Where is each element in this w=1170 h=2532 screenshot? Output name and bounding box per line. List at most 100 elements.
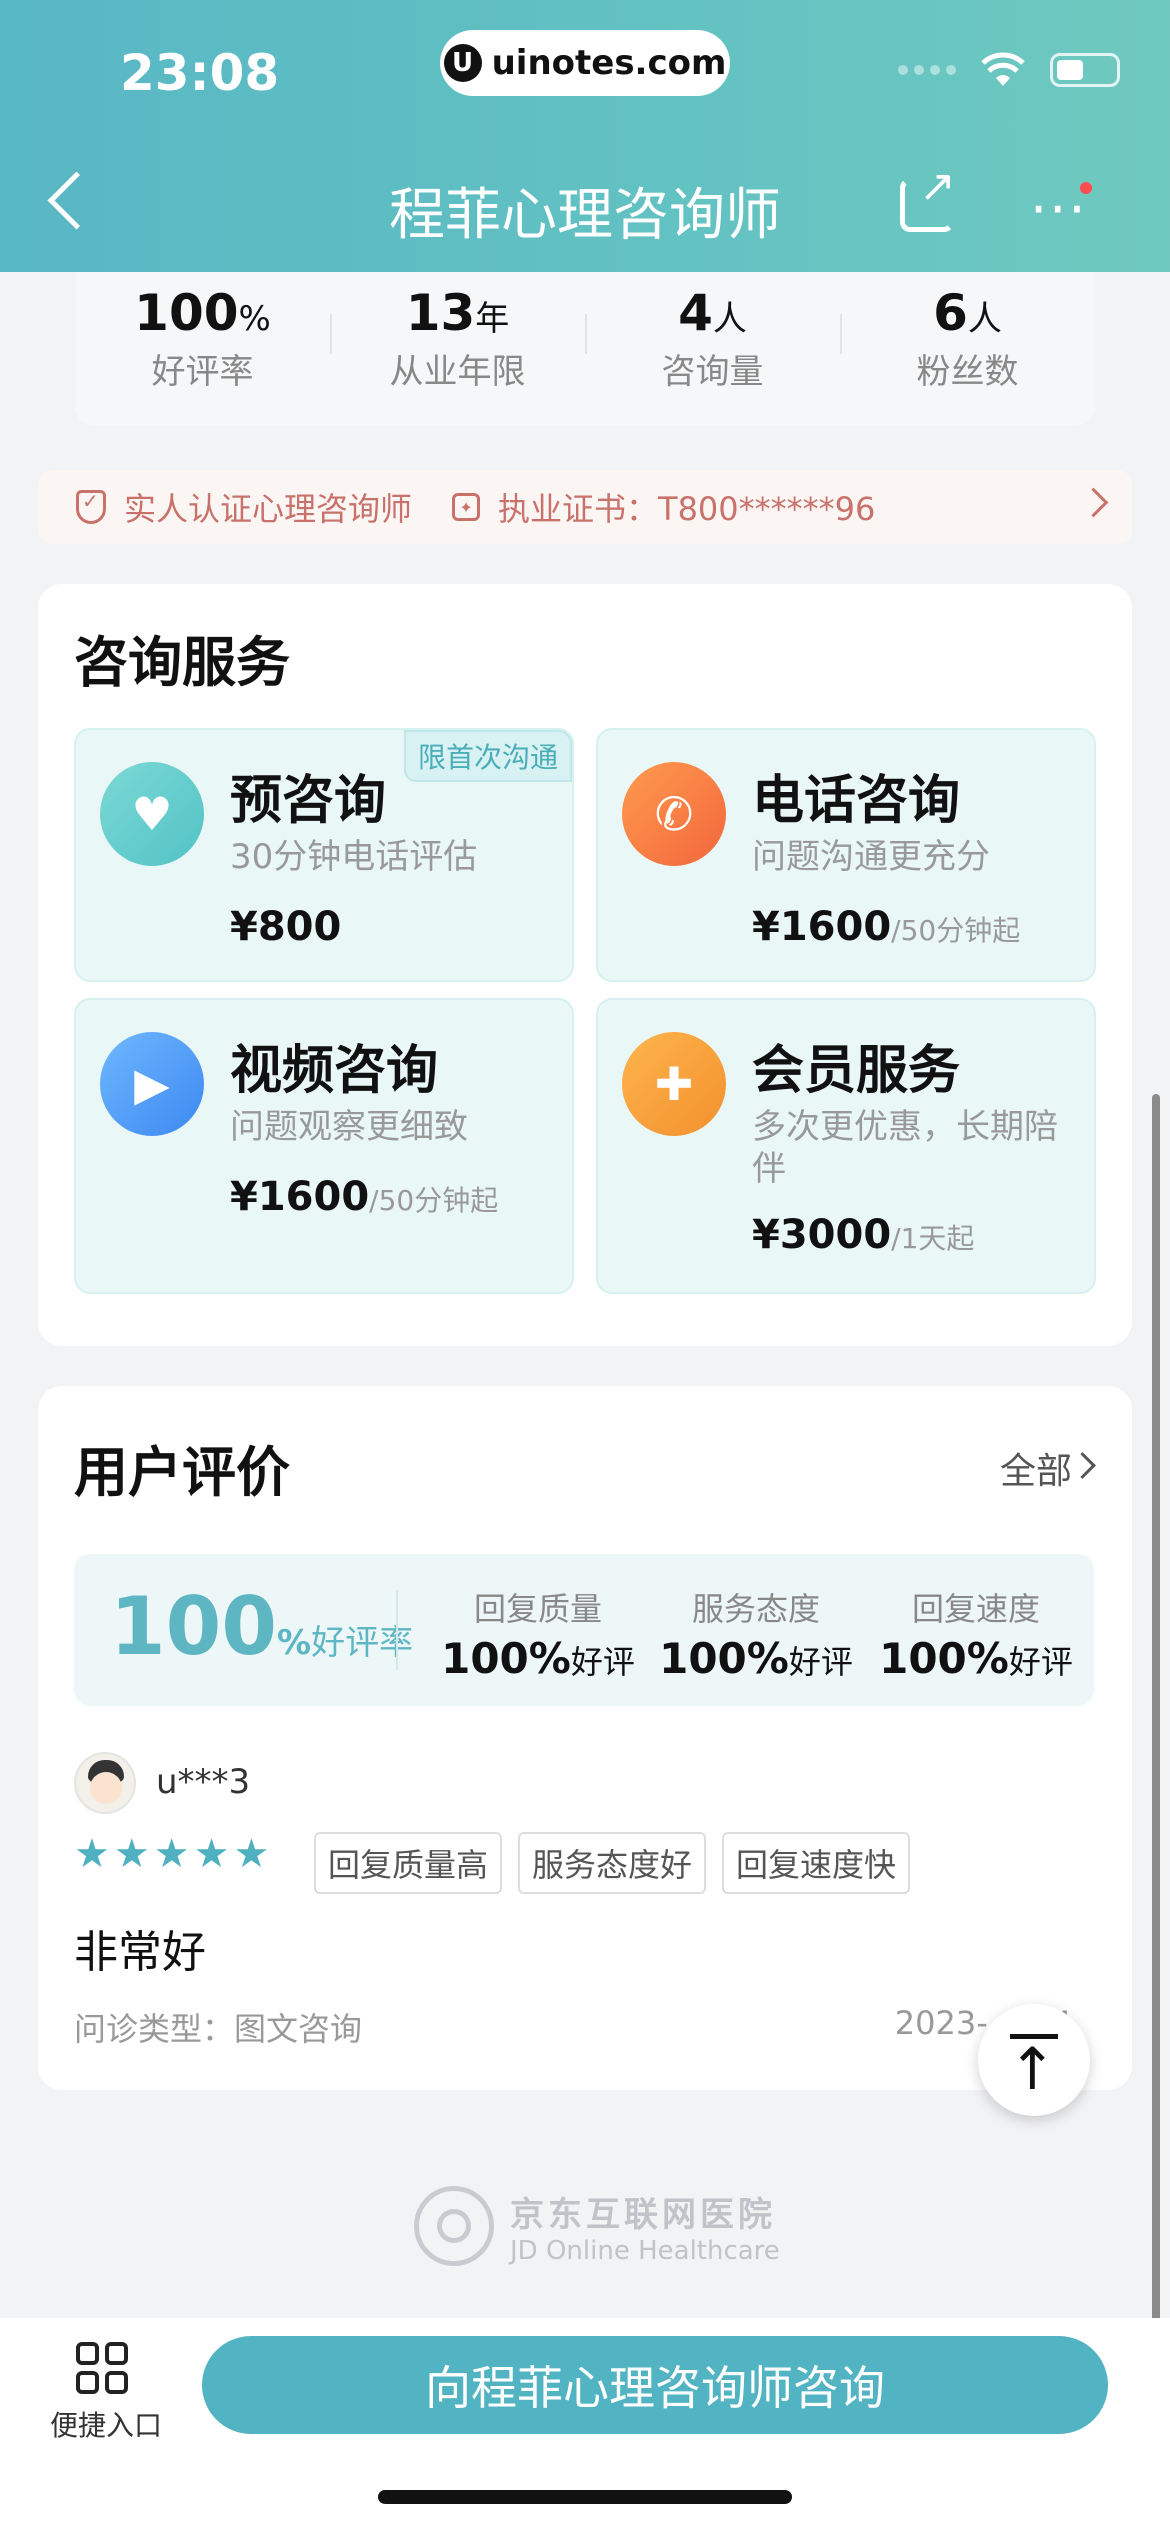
stat-years: 13年 从业年限 — [330, 272, 585, 426]
jd-health-logo: 京东互联网医院 JD Online Healthcare — [414, 2186, 780, 2266]
scrollbar[interactable] — [1152, 1094, 1160, 2354]
rating-percent: % — [277, 1623, 312, 1663]
first-contact-tag: 限首次沟通 — [403, 730, 572, 782]
service-name: 电话咨询 — [752, 771, 961, 831]
metric-reply-quality: 回复质量 100%好评 — [438, 1584, 638, 1683]
stat-unit: 人 — [967, 299, 1002, 339]
star-icon: ★ — [74, 1831, 110, 1877]
wifi-icon — [981, 52, 1025, 86]
stat-value: 6 — [933, 284, 968, 342]
service-pre-consult[interactable]: ♥ 预咨询 30分钟电话评估 ¥800 限首次沟通 — [74, 728, 574, 982]
service-membership[interactable]: ✚ 会员服务 多次更优惠，长期陪伴 ¥3000/1天起 — [596, 998, 1096, 1294]
grid-icon[interactable] — [76, 2342, 128, 2394]
service-phone[interactable]: ✆ 电话咨询 问题沟通更充分 ¥1600/50分钟起 — [596, 728, 1096, 982]
stat-unit: 年 — [475, 299, 510, 339]
video-icon: ▶ — [100, 1032, 204, 1136]
chevron-right-icon[interactable] — [1069, 1452, 1096, 1479]
review-tags: 回复质量高 服务态度好 回复速度快 — [314, 1832, 911, 1894]
metric-service-attitude: 服务态度 100%好评 — [656, 1584, 856, 1683]
url-text: uinotes.com — [491, 43, 727, 83]
metric-value: 100% — [441, 1634, 571, 1683]
service-desc: 问题沟通更充分 — [752, 837, 990, 877]
avatar — [74, 1752, 136, 1814]
metric-label: 回复速度 — [911, 1590, 1040, 1628]
metric-sub: 好评 — [788, 1643, 853, 1681]
price-value: ¥3000 — [752, 1212, 892, 1258]
metric-label: 回复质量 — [473, 1590, 602, 1628]
shield-check-icon — [76, 489, 106, 524]
service-desc: 30分钟电话评估 — [230, 837, 478, 877]
metric-sub: 好评 — [1008, 1643, 1073, 1681]
star-icon: ★ — [193, 1831, 230, 1877]
more-icon[interactable]: ··· — [1030, 178, 1088, 241]
stat-value: 100 — [134, 284, 239, 342]
medical-kit-icon: ✚ — [622, 1032, 726, 1136]
price-unit: /50分钟起 — [369, 1184, 499, 1217]
metric-value: 100% — [659, 1634, 789, 1683]
certificate-icon: ✦ — [452, 493, 481, 521]
service-name: 预咨询 — [230, 771, 387, 831]
chat-bubble-icon: ♥ — [100, 762, 204, 866]
uinotes-logo-icon: U — [443, 44, 482, 82]
certification-bar[interactable]: 实人认证心理咨询师 ✦ 执业证书：T800******96 — [38, 470, 1132, 544]
stat-label: 咨询量 — [661, 352, 764, 392]
consult-button[interactable]: 向程菲心理咨询师咨询 — [202, 2336, 1108, 2434]
star-icon: ★ — [233, 1831, 270, 1877]
price-unit: /50分钟起 — [891, 914, 1021, 947]
status-icons — [898, 52, 1120, 88]
service-price: ¥1600/50分钟起 — [230, 1174, 498, 1220]
service-price: ¥800 — [230, 904, 341, 950]
services-card: 咨询服务 ♥ 预咨询 30分钟电话评估 ¥800 限首次沟通 ✆ 电话咨询 问题… — [38, 584, 1132, 1346]
phone-icon: ✆ — [622, 762, 726, 866]
rating-value: 100 — [110, 1580, 277, 1673]
service-name: 视频咨询 — [230, 1041, 439, 1101]
verified-label: 实人认证心理咨询师 — [124, 490, 413, 528]
license-number: 执业证书：T800******96 — [498, 490, 876, 528]
share-icon[interactable] — [900, 161, 956, 232]
stat-value: 13 — [405, 284, 476, 342]
stat-label: 粉丝数 — [916, 352, 1019, 392]
service-price: ¥3000/1天起 — [752, 1212, 974, 1258]
stat-unit: % — [238, 299, 271, 339]
stat-rating: 100% 好评率 — [75, 272, 330, 426]
star-rating: ★ ★ ★ ★ ★ — [74, 1834, 269, 1874]
stat-label: 从业年限 — [389, 352, 526, 392]
price-value: ¥800 — [230, 904, 342, 950]
arrow-up-icon: ↑ — [1008, 2035, 1057, 2103]
jd-health-emblem-icon — [414, 2186, 494, 2266]
price-value: ¥1600 — [752, 904, 892, 950]
review-tag: 服务态度好 — [518, 1832, 707, 1894]
brand-cn: 京东互联网医院 — [510, 2194, 776, 2235]
service-video[interactable]: ▶ 视频咨询 问题观察更细致 ¥1600/50分钟起 — [74, 998, 574, 1294]
metric-reply-speed: 回复速度 100%好评 — [876, 1584, 1076, 1683]
notification-dot — [1080, 182, 1092, 194]
back-to-top-button[interactable]: ↑ — [978, 2004, 1090, 2116]
stats-card: 100% 好评率 13年 从业年限 4人 咨询量 6人 粉丝数 — [75, 272, 1095, 426]
price-unit: /1天起 — [891, 1222, 975, 1255]
metric-value: 100% — [879, 1634, 1009, 1683]
url-pill[interactable]: U uinotes.com — [440, 30, 730, 96]
status-time: 23:08 — [120, 44, 280, 102]
review-tag: 回复质量高 — [314, 1832, 503, 1894]
review-username: u***3 — [156, 1762, 251, 1802]
rating-summary: 100%好评率 回复质量 100%好评 服务态度 100%好评 回复速度 100… — [74, 1554, 1094, 1706]
chevron-right-icon — [1078, 487, 1109, 518]
metric-label: 服务态度 — [691, 1590, 820, 1628]
review-text: 非常好 — [74, 1927, 206, 1978]
battery-icon — [1050, 53, 1120, 87]
shortcut-label[interactable]: 便捷入口 — [50, 2404, 162, 2444]
see-all-link[interactable]: 全部 — [1000, 1442, 1072, 1494]
star-icon: ★ — [113, 1831, 150, 1877]
stat-fans: 6人 粉丝数 — [840, 272, 1095, 426]
service-desc: 多次更优惠，长期陪伴 — [752, 1107, 1058, 1189]
star-icon: ★ — [153, 1831, 190, 1877]
review-tag: 回复速度快 — [722, 1832, 911, 1894]
brand-en: JD Online Healthcare — [510, 2235, 780, 2266]
reviews-title: 用户评价 — [74, 1441, 290, 1504]
service-name: 会员服务 — [752, 1041, 961, 1101]
reviews-card: 用户评价 全部 100%好评率 回复质量 100%好评 服务态度 100%好评 … — [38, 1386, 1132, 2090]
stat-label: 好评率 — [151, 352, 254, 392]
header: 23:08 U uinotes.com 程菲心理咨询师 ··· — [0, 0, 1170, 272]
services-title: 咨询服务 — [74, 631, 290, 694]
overall-rating: 100%好评率 — [110, 1580, 413, 1673]
